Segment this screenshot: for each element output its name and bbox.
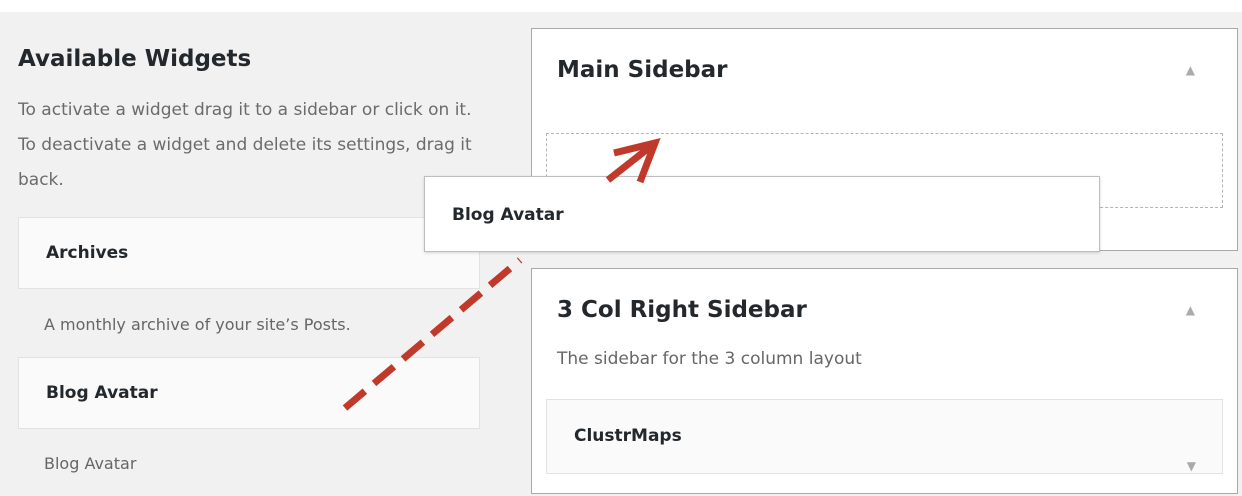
widget-archives[interactable]: Archives (18, 217, 480, 289)
widgets-screen: Available Widgets To activate a widget d… (0, 0, 1242, 496)
widget-clustrmaps[interactable]: ClustrMaps ▼ (546, 399, 1223, 474)
available-widgets-title: Available Widgets (18, 46, 252, 72)
widget-blog-avatar-description: Blog Avatar (44, 454, 137, 473)
sidebar-3col-right-toggle-icon[interactable]: ▲ (1186, 303, 1195, 317)
widget-blog-avatar[interactable]: Blog Avatar (18, 357, 480, 429)
sidebar-3col-right: 3 Col Right Sidebar ▲ The sidebar for th… (531, 268, 1238, 494)
sidebar-main-title[interactable]: Main Sidebar (557, 57, 728, 83)
sidebar-3col-right-title[interactable]: 3 Col Right Sidebar (557, 297, 807, 323)
dragging-widget-label: Blog Avatar (452, 205, 564, 225)
dragging-widget-blog-avatar[interactable]: Blog Avatar (424, 176, 1100, 252)
chevron-down-icon[interactable]: ▼ (1187, 430, 1196, 496)
sidebar-main-toggle-icon[interactable]: ▲ (1186, 63, 1195, 77)
available-widgets-description: To activate a widget drag it to a sideba… (18, 100, 472, 190)
widget-label: Blog Avatar (46, 383, 158, 403)
widget-label: Archives (46, 243, 129, 263)
widget-archives-description: A monthly archive of your site’s Posts. (44, 315, 351, 334)
sidebar-3col-right-description: The sidebar for the 3 column layout (557, 349, 862, 369)
widget-label: ClustrMaps (574, 426, 682, 446)
